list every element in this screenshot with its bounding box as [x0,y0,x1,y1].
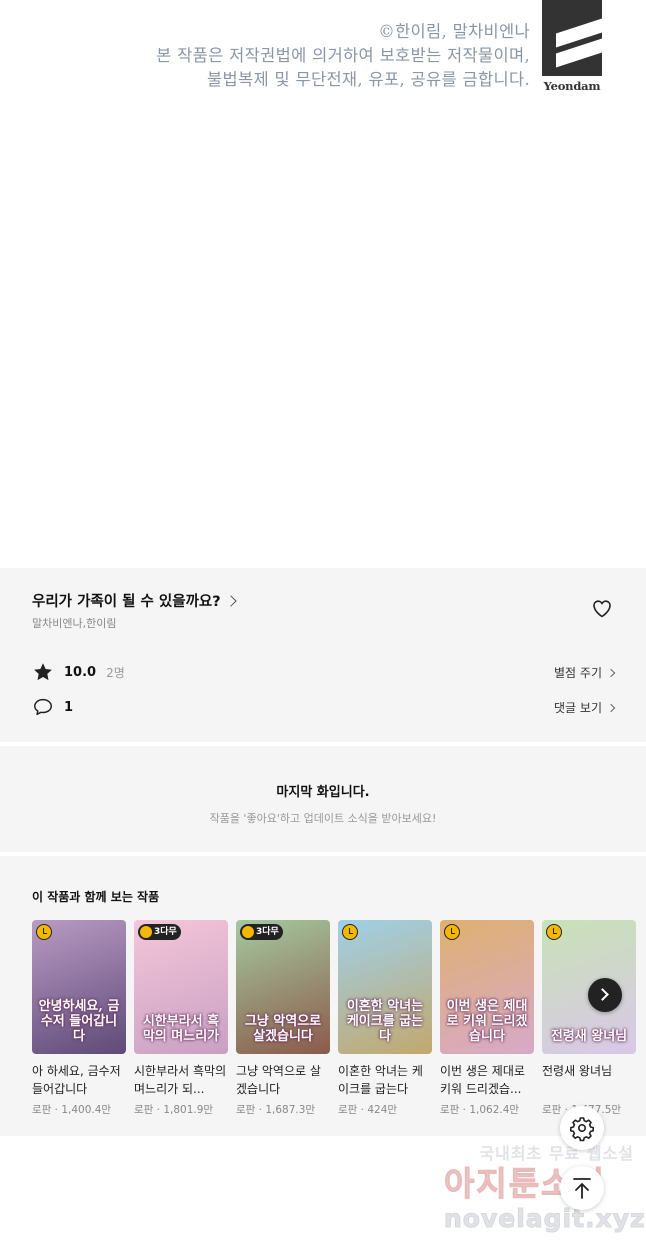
recommendations-panel: 이 작품과 함께 보는 작품 안녕하세요, 금수저 들어갑니다아 하세요, 금수… [0,856,646,1136]
recommendation-meta: 로판 · 1,400.4만 [32,1104,112,1116]
cover-title-art: 이번 생은 제대로 키워 드리겠습니다 [446,999,528,1044]
recommendation-card[interactable]: 3다무 그냥 악역으로 살겠습니다 그냥 악역으로 살겠습니다 로판 · 1,687.… [236,920,330,1117]
recommendations-list: 안녕하세요, 금수저 들어갑니다아 하세요, 금수저 들어갑니다로판 · 1,4… [32,920,636,1117]
watermark-line-3: novelagit.xyz [444,1204,646,1234]
chevron-right-icon [596,988,609,1001]
comment-icon [34,698,52,716]
series-info-panel: 우리가 가족이 될 수 있을까요? 말차비엔나,한이림 10.0 2명 별점 주… [0,568,646,742]
recommendation-card[interactable]: 안녕하세요, 금수저 들어갑니다아 하세요, 금수저 들어갑니다로판 · 1,4… [32,920,126,1117]
publisher-logo: Yeondam [542,0,602,94]
recommendation-title[interactable]: 아 하세요, 금수저 들어갑니다 [32,1062,126,1098]
yeondam-logo-icon [542,0,602,76]
chevron-right-icon [606,703,616,712]
chevron-right-icon [606,668,616,677]
rate-button[interactable]: 별점 주기 [554,664,616,681]
series-title: 우리가 가족이 될 수 있을까요? [32,594,221,610]
copyright-line-1: ©한이림, 말차비엔나 [378,22,530,41]
clock-icon [546,924,562,940]
recommendation-card[interactable]: 전령새 왕녀님 전령새 왕녀님 로판 · 1,477.5만 [542,920,636,1117]
watermark-line-2: 아지툰소설 [444,1164,606,1204]
recommendation-title[interactable]: 이혼한 악녀는 케이크를 굽는다 [338,1062,432,1098]
recommendations-heading: 이 작품과 함께 보는 작품 [32,890,160,904]
star-icon [34,663,52,681]
view-comments-label: 댓글 보기 [554,700,602,715]
recommendation-cover[interactable]: 3다무그냥 악역으로 살겠습니다 [236,920,330,1054]
cover-title-art: 이혼한 악녀는 케이크를 굽는다 [346,999,424,1044]
series-authors: 말차비엔나,한이림 [32,617,117,630]
watermark-line-1: 국내최초 무료 웹소설 [479,1144,634,1163]
cover-title-art: 그냥 악역으로 살겠습니다 [244,1014,322,1044]
recommendation-title[interactable]: 시한부라서 흑막의 며느리가 되... [134,1062,228,1098]
comment-count: 1 [64,699,74,715]
series-title-link[interactable]: 우리가 가족이 될 수 있을까요? [32,590,237,611]
recommendation-title[interactable]: 전령새 왕녀님 [542,1062,636,1098]
scroll-to-top-button[interactable] [560,1166,604,1210]
settings-button[interactable] [560,1106,604,1150]
view-comments-button[interactable]: 댓글 보기 [554,699,616,716]
heart-outline-icon [593,600,611,618]
clock-icon [342,924,358,940]
rating-count: 2명 [106,665,125,680]
recommendation-title[interactable]: 그냥 악역으로 살겠습니다 [236,1062,330,1098]
recommendation-cover[interactable]: 이번 생은 제대로 키워 드리겠습니다 [440,920,534,1054]
copyright-line-2: 본 작품은 저작권법에 의거하여 보호받는 저작물이며, [156,46,530,65]
last-episode-title: 마지막 화입니다. [276,785,370,800]
cover-title-art: 전령새 왕녀님 [550,1029,628,1044]
recommendation-card[interactable]: 3다무시한부라서 흑막의 며느리가시한부라서 흑막의 며느리가 되... 로판 ·… [134,920,228,1117]
recommendation-meta: 로판 · 1,801.9만 [134,1104,214,1116]
comment-row: 1 댓글 보기 [32,695,616,719]
recommendation-card[interactable]: 이번 생은 제대로 키워 드리겠습니다이번 생은 제대로 키워 드리겠습... 로… [440,920,534,1117]
recommendation-title[interactable]: 이번 생은 제대로 키워 드리겠습... [440,1062,534,1098]
recommendation-meta: 로판 · 1,687.3만 [236,1104,316,1116]
chevron-right-icon [225,595,237,607]
last-episode-panel: 마지막 화입니다. 작품을 '좋아요'하고 업데이트 소식을 받아보세요! [0,746,646,852]
recommendation-cover[interactable]: 이혼한 악녀는 케이크를 굽는다 [338,920,432,1054]
clock-icon [444,924,460,940]
gear-icon [570,1117,594,1142]
copyright-notice: ©한이림, 말차비엔나 본 작품은 저작권법에 의거하여 보호받는 저작물이며,… [110,20,530,92]
recommendation-meta: 로판 · 1,062.4만 [440,1104,520,1116]
recommendation-cover[interactable]: 3다무시한부라서 흑막의 며느리가 [134,920,228,1054]
recommendation-cover[interactable]: 안녕하세요, 금수저 들어갑니다 [32,920,126,1054]
carousel-next-button[interactable] [588,978,622,1012]
rating-value: 10.0 [64,664,97,680]
recommendation-card[interactable]: 이혼한 악녀는 케이크를 굽는다 이혼한 악녀는 케이크를 굽는다 로판 · 424… [338,920,432,1117]
free-episodes-badge: 3다무 [240,924,283,940]
recommendation-meta: 로판 · 424만 [338,1104,398,1116]
rating-row: 10.0 2명 별점 주기 [32,660,616,684]
cover-title-art: 시한부라서 흑막의 며느리가 [142,1014,220,1044]
watermark: 국내최초 무료 웹소설 아지툰소설 novelagit.xyz [444,1140,646,1234]
like-button[interactable] [590,596,614,620]
free-episodes-badge: 3다무 [138,924,181,940]
publisher-name: Yeondam [543,79,601,93]
cover-title-art: 안녕하세요, 금수저 들어갑니다 [38,999,120,1044]
clock-icon [36,924,52,940]
last-episode-subtitle: 작품을 '좋아요'하고 업데이트 소식을 받아보세요! [209,812,437,825]
copyright-line-3: 불법복제 및 무단전재, 유포, 공유를 금합니다. [207,70,530,89]
arrow-up-icon [573,1178,591,1199]
rate-button-label: 별점 주기 [554,665,602,680]
